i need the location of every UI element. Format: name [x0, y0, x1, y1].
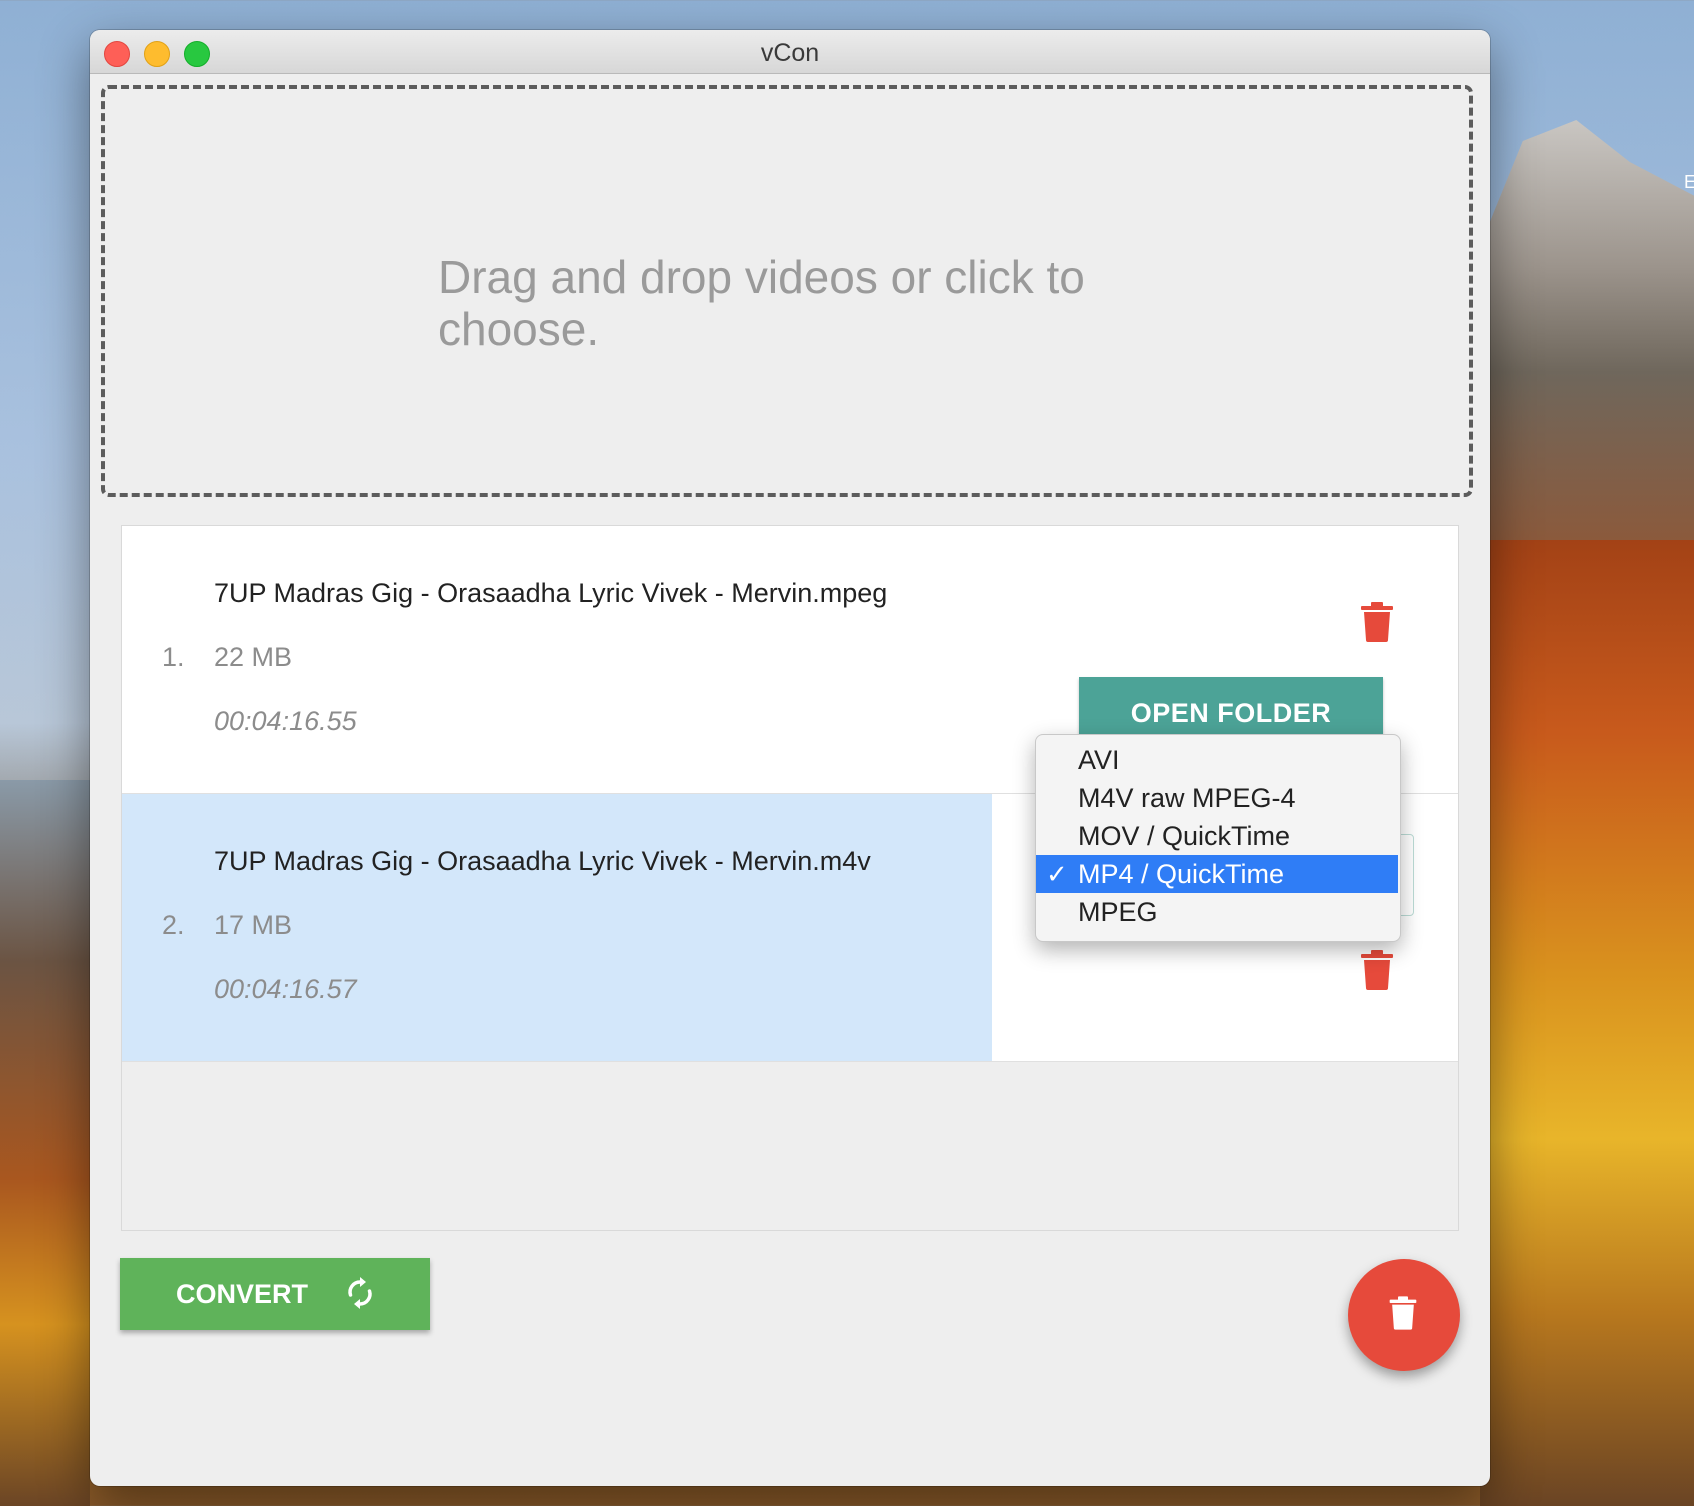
menu-item-mpeg[interactable]: MPEG: [1036, 893, 1398, 931]
checkmark-icon: ✓: [1046, 859, 1068, 889]
delete-file-button[interactable]: [1359, 950, 1395, 990]
title-bar: vCon: [90, 30, 1490, 74]
trash-icon: [1361, 950, 1393, 990]
convert-label: CONVERT: [176, 1279, 309, 1309]
menu-item-mp4[interactable]: ✓ MP4 / QuickTime: [1036, 855, 1398, 893]
file-size: 17 MB: [214, 910, 293, 940]
menu-item-avi[interactable]: AVI: [1036, 741, 1398, 779]
file-name: 7UP Madras Gig - Orasaadha Lyric Vivek -…: [214, 578, 888, 608]
row-number: 2.: [162, 910, 185, 940]
delete-file-button[interactable]: [1359, 602, 1395, 642]
trash-icon: [1389, 1296, 1417, 1330]
file-size: 22 MB: [214, 642, 293, 672]
trash-icon: [1361, 602, 1393, 642]
file-duration: 00:04:16.57: [214, 974, 357, 1004]
drop-zone-text: Drag and drop videos or click to choose.: [438, 251, 1085, 355]
clear-all-button[interactable]: [1348, 1259, 1460, 1371]
format-dropdown-menu: AVI M4V raw MPEG-4 MOV / QuickTime ✓ MP4…: [1035, 734, 1401, 942]
wallpaper-autumn-forest: [1480, 540, 1694, 1506]
wallpaper-mountain: [1480, 120, 1694, 540]
file-name: 7UP Madras Gig - Orasaadha Lyric Vivek -…: [214, 846, 871, 876]
desktop-edge-glyph: E: [1684, 172, 1694, 192]
menu-item-m4v[interactable]: M4V raw MPEG-4: [1036, 779, 1398, 817]
refresh-icon: [348, 1277, 372, 1309]
file-duration: 00:04:16.55: [214, 706, 357, 736]
menu-item-mov[interactable]: MOV / QuickTime: [1036, 817, 1398, 855]
window-title: vCon: [760, 39, 820, 67]
row-number: 1.: [162, 642, 185, 672]
menu-item-mp4-label: MP4 / QuickTime: [1078, 859, 1285, 889]
video-drop-zone[interactable]: Drag and drop videos or click to choose.: [101, 85, 1473, 497]
wallpaper-left: [0, 780, 90, 1506]
convert-button[interactable]: CONVERT: [120, 1258, 430, 1330]
